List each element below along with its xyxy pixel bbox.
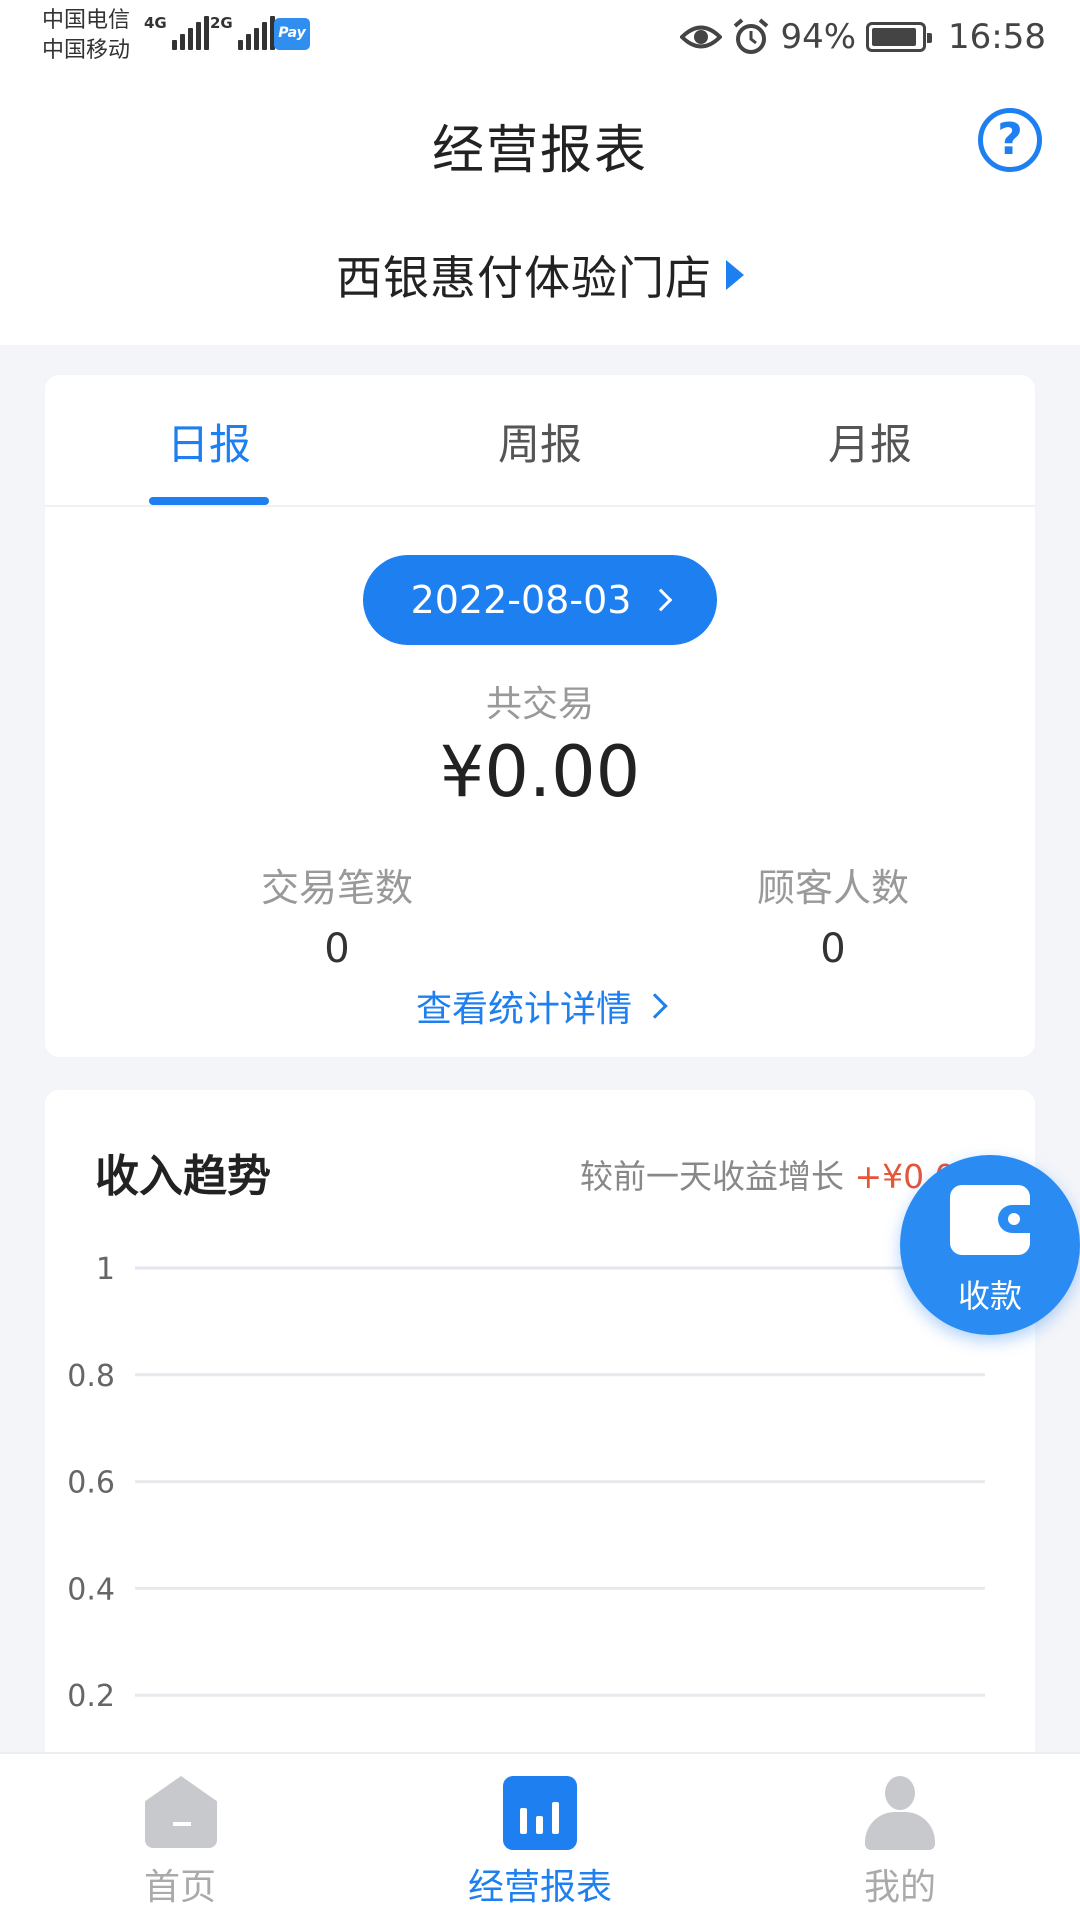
report-tabs: 日报 周报 月报 (45, 375, 1035, 507)
page-title: 经营报表 (431, 121, 648, 181)
header: 经营报表 ? 西银惠付体验门店 (0, 80, 1080, 345)
nav-item-reports[interactable]: 经营报表 (440, 1776, 640, 1910)
y-tick-label: 0.6 (67, 1466, 115, 1501)
nav-label: 我的 (863, 1867, 936, 1908)
signal-1-icon: 4G (144, 14, 209, 50)
caret-right-icon (726, 260, 744, 290)
nav-label: 首页 (143, 1867, 216, 1908)
battery-icon (866, 22, 933, 52)
alarm-icon (732, 18, 770, 56)
chevron-right-icon (650, 588, 673, 612)
view-details-label: 查看统计详情 (415, 989, 632, 1030)
stat-customers: 顾客人数 0 (683, 857, 983, 972)
status-right: 94% 16:58 (680, 14, 1046, 60)
nav-label: 经营报表 (467, 1867, 612, 1908)
chevron-right-icon (642, 993, 668, 1019)
total-amount: ¥0.00 (439, 731, 641, 813)
status-bar: 中国电信 中国移动 4G 2G Pay 94% 16:58 (0, 0, 1080, 80)
pay-icon: Pay (274, 18, 310, 50)
y-tick-label: 0.8 (67, 1359, 115, 1394)
carrier-info: 中国电信 中国移动 (42, 6, 130, 66)
store-name: 西银惠付体验门店 (336, 251, 712, 305)
wallet-icon (950, 1185, 1030, 1255)
tab-monthly[interactable]: 月报 (770, 411, 970, 472)
network-type-2: 2G (210, 14, 233, 32)
person-icon (863, 1776, 937, 1850)
stat-transactions: 交易笔数 0 (187, 857, 487, 972)
income-trend-card: 收入趋势 较前一天收益增长 +¥0.0 1 0.8 0.6 0.4 0.2 (45, 1090, 1035, 1790)
nav-item-profile[interactable]: 我的 (800, 1776, 1000, 1910)
bottom-nav: 首页 经营报表 我的 (0, 1752, 1080, 1920)
stat-value: 0 (820, 926, 846, 972)
collect-payment-button[interactable]: 收款 (900, 1155, 1080, 1335)
bar-chart-icon (503, 1776, 577, 1850)
collect-label: 收款 (957, 1277, 1022, 1315)
home-icon (145, 1776, 217, 1848)
total-label: 共交易 (485, 684, 594, 725)
stat-label: 交易笔数 (260, 866, 413, 910)
stat-label: 顾客人数 (756, 866, 909, 910)
carrier-1: 中国电信 (42, 8, 131, 33)
help-icon[interactable]: ? (978, 108, 1042, 172)
y-tick-label: 0.4 (67, 1572, 115, 1607)
eye-icon (680, 22, 723, 52)
date-picker-button[interactable]: 2022-08-03 (363, 555, 717, 645)
view-details-link[interactable]: 查看统计详情 (45, 980, 1035, 1032)
store-selector[interactable]: 西银惠付体验门店 (0, 242, 1080, 308)
tab-indicator (149, 497, 269, 505)
income-trend-chart: 1 0.8 0.6 0.4 0.2 (67, 1252, 985, 1714)
clock-time: 16:58 (948, 17, 1046, 57)
carrier-2: 中国移动 (42, 38, 131, 63)
signal-2-icon: 2G (210, 14, 275, 50)
y-tick-label: 0.2 (67, 1679, 115, 1714)
battery-percent: 94% (780, 17, 857, 57)
tab-daily[interactable]: 日报 (109, 411, 309, 472)
y-tick-label: 1 (96, 1252, 115, 1287)
report-card: 日报 周报 月报 2022-08-03 共交易 ¥0.00 交易笔数 0 顾客人… (45, 375, 1035, 1057)
date-value: 2022-08-03 (410, 578, 632, 622)
network-type-1: 4G (144, 14, 167, 32)
tab-weekly[interactable]: 周报 (440, 411, 640, 472)
stat-value: 0 (324, 926, 350, 972)
nav-item-home[interactable]: 首页 (80, 1776, 280, 1910)
